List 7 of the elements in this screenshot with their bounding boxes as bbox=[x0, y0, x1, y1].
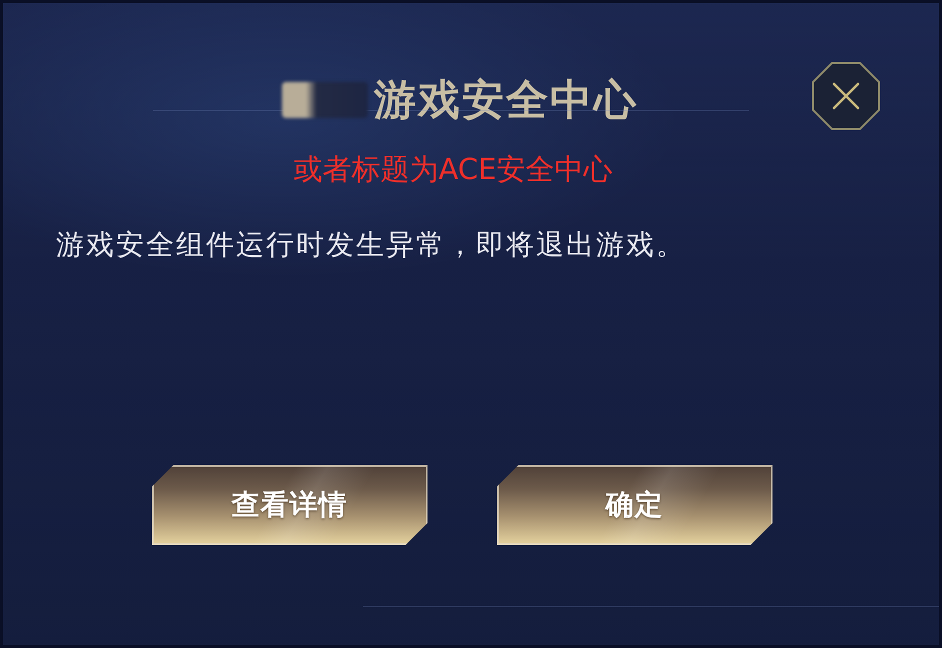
details-button[interactable]: 查看详情 bbox=[152, 465, 428, 545]
annotation-text: 或者标题为ACE安全中心 bbox=[294, 151, 612, 187]
confirm-button[interactable]: 确定 bbox=[496, 465, 772, 545]
close-button[interactable] bbox=[812, 62, 880, 130]
close-icon bbox=[832, 82, 860, 110]
dialog-title: 游戏安全中心 bbox=[374, 75, 638, 125]
dialog-message: 游戏安全组件运行时发生异常，即将退出游戏。 bbox=[56, 227, 687, 263]
